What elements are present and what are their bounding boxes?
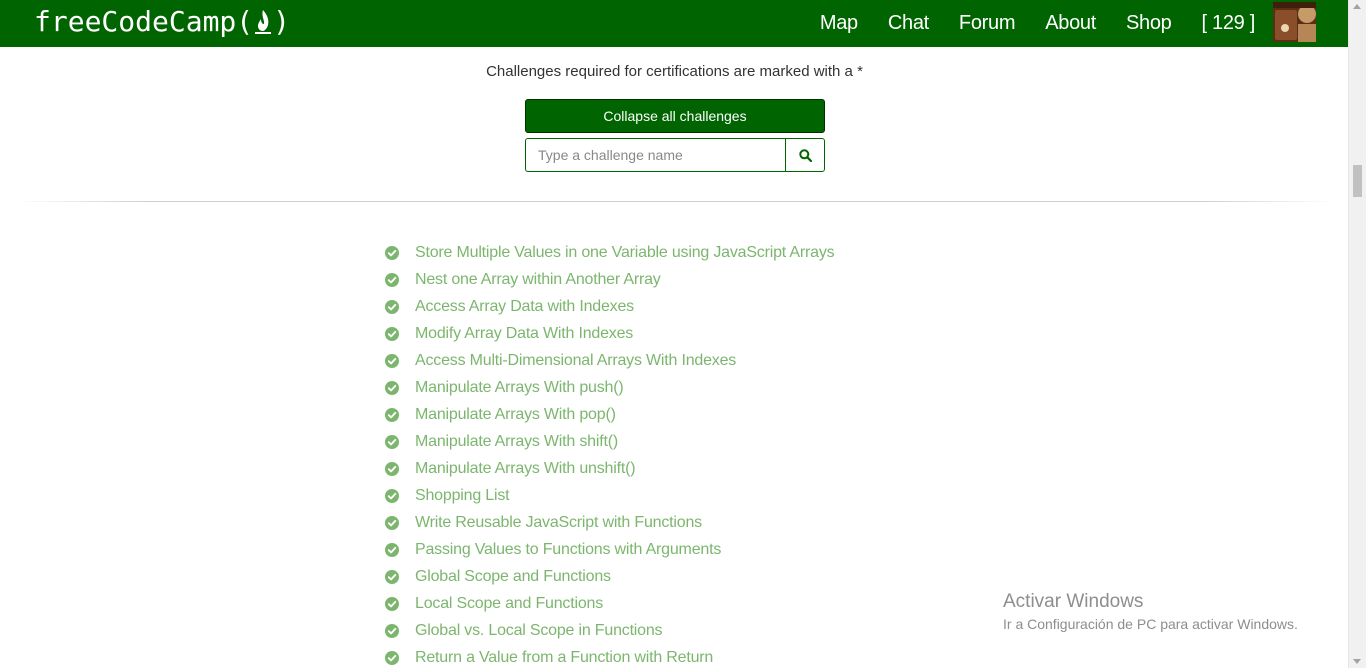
challenge-title[interactable]: Global vs. Local Scope in Functions <box>415 622 663 640</box>
logo-text-end: ) <box>273 5 291 38</box>
challenge-list: Store Multiple Values in one Variable us… <box>385 239 835 668</box>
challenge-item[interactable]: Store Multiple Values in one Variable us… <box>385 239 835 266</box>
challenge-title[interactable]: Manipulate Arrays With push() <box>415 379 624 397</box>
nav-link-chat[interactable]: Chat <box>888 12 929 35</box>
section-divider <box>15 201 1335 202</box>
vertical-scrollbar[interactable] <box>1348 0 1366 668</box>
nav-link-map[interactable]: Map <box>820 12 858 35</box>
collapse-all-button[interactable]: Collapse all challenges <box>525 99 825 133</box>
check-circle-icon <box>385 542 399 557</box>
nav-link-forum[interactable]: Forum <box>959 12 1016 35</box>
certification-notice: Challenges required for certifications a… <box>486 63 863 80</box>
challenge-item[interactable]: Access Array Data with Indexes <box>385 293 834 320</box>
challenge-title[interactable]: Manipulate Arrays With shift() <box>415 433 618 451</box>
points-badge[interactable]: [ 129 ] <box>1202 12 1256 35</box>
challenge-item[interactable]: Manipulate Arrays With push() <box>385 374 834 401</box>
challenge-title[interactable]: Modify Array Data With Indexes <box>415 325 633 343</box>
challenge-item[interactable]: Modify Array Data With Indexes <box>385 320 834 347</box>
check-circle-icon <box>385 650 399 665</box>
scrollbar-thumb[interactable] <box>1353 165 1362 197</box>
logo[interactable]: freeCodeCamp() <box>34 4 290 40</box>
search-button[interactable] <box>785 138 825 172</box>
challenge-search-input[interactable] <box>525 138 785 172</box>
challenge-title[interactable]: Manipulate Arrays With unshift() <box>415 460 636 478</box>
challenge-title[interactable]: Return a Value from a Function with Retu… <box>415 649 713 667</box>
search-icon <box>798 148 812 162</box>
check-circle-icon <box>385 407 399 422</box>
challenge-item[interactable]: Access Multi-Dimensional Arrays With Ind… <box>385 347 834 374</box>
nav-link-shop[interactable]: Shop <box>1126 12 1172 35</box>
challenge-title[interactable]: Nest one Array within Another Array <box>415 271 661 289</box>
check-circle-icon <box>385 596 399 611</box>
challenge-title[interactable]: Access Multi-Dimensional Arrays With Ind… <box>415 352 736 370</box>
scroll-down-arrow-icon[interactable] <box>1353 659 1361 664</box>
challenge-title[interactable]: Global Scope and Functions <box>415 568 611 586</box>
page: freeCodeCamp() Map Chat Forum About Shop… <box>0 0 1366 668</box>
logo-text: freeCodeCamp( <box>34 5 254 38</box>
check-circle-icon <box>385 380 399 395</box>
check-circle-icon <box>385 272 399 287</box>
challenge-title[interactable]: Shopping List <box>415 487 510 505</box>
challenge-item[interactable]: Manipulate Arrays With pop() <box>385 401 834 428</box>
challenge-item[interactable]: Shopping List <box>385 482 834 509</box>
check-circle-icon <box>385 461 399 476</box>
check-circle-icon <box>385 326 399 341</box>
nav-links: Map Chat Forum About Shop [ 129 ] <box>790 0 1255 47</box>
challenge-title[interactable]: Write Reusable JavaScript with Functions <box>415 514 702 532</box>
challenge-title[interactable]: Access Array Data with Indexes <box>415 298 634 316</box>
challenge-item[interactable]: Manipulate Arrays With unshift() <box>385 455 834 482</box>
challenge-item[interactable]: Local Scope and Functions <box>385 590 834 617</box>
watermark-title: Activar Windows <box>1003 591 1144 612</box>
check-circle-icon <box>385 569 399 584</box>
check-circle-icon <box>385 488 399 503</box>
challenge-title[interactable]: Passing Values to Functions with Argumen… <box>415 541 721 559</box>
check-circle-icon <box>385 515 399 530</box>
challenge-item[interactable]: Global Scope and Functions <box>385 563 834 590</box>
check-circle-icon <box>385 299 399 314</box>
challenge-title[interactable]: Local Scope and Functions <box>415 595 603 613</box>
challenge-title[interactable]: Manipulate Arrays With pop() <box>415 406 616 424</box>
challenge-item[interactable]: Return a Value from a Function with Retu… <box>385 644 834 668</box>
flame-icon <box>255 10 272 34</box>
avatar-image <box>1273 2 1316 42</box>
scroll-up-arrow-icon[interactable] <box>1353 4 1361 9</box>
check-circle-icon <box>385 353 399 368</box>
avatar[interactable] <box>1273 2 1316 42</box>
top-navbar: freeCodeCamp() Map Chat Forum About Shop… <box>0 0 1349 47</box>
challenge-item[interactable]: Global vs. Local Scope in Functions <box>385 617 834 644</box>
check-circle-icon <box>385 245 399 260</box>
challenge-item[interactable]: Write Reusable JavaScript with Functions <box>385 509 834 536</box>
challenge-title[interactable]: Store Multiple Values in one Variable us… <box>415 244 835 262</box>
windows-activation-watermark: Activar Windows Ir a Configuración de PC… <box>1003 590 1298 634</box>
watermark-subtitle: Ir a Configuración de PC para activar Wi… <box>1003 616 1298 632</box>
challenge-item[interactable]: Passing Values to Functions with Argumen… <box>385 536 834 563</box>
nav-link-about[interactable]: About <box>1045 12 1096 35</box>
challenge-item[interactable]: Nest one Array within Another Array <box>385 266 834 293</box>
check-circle-icon <box>385 434 399 449</box>
check-circle-icon <box>385 623 399 638</box>
challenge-item[interactable]: Manipulate Arrays With shift() <box>385 428 834 455</box>
challenge-search <box>525 138 825 172</box>
